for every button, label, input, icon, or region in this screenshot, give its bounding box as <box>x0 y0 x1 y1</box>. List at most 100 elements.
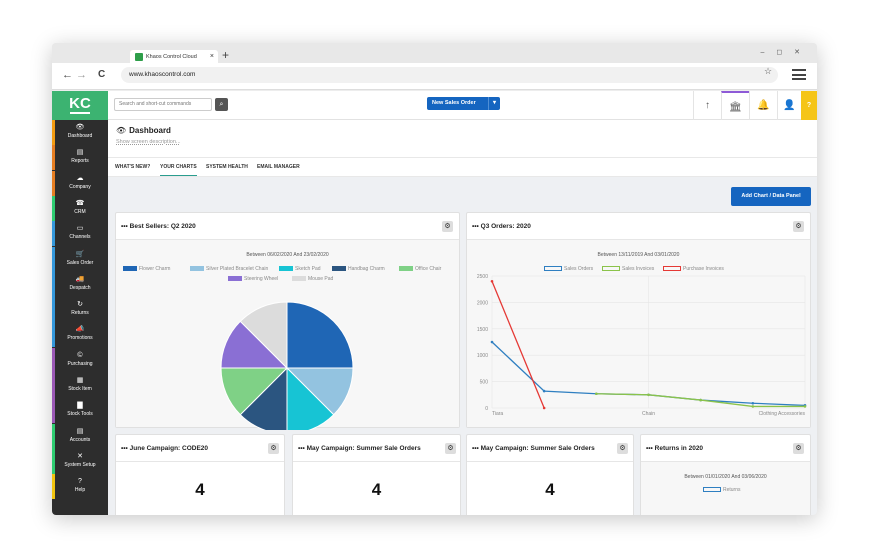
show-description-link[interactable]: Show screen description... <box>116 139 181 145</box>
data-point[interactable] <box>490 340 494 344</box>
sidebar-accent <box>52 170 55 196</box>
gear-icon[interactable]: ⚙ <box>445 443 456 454</box>
kc-logo[interactable]: KC <box>52 91 108 120</box>
chevron-down-icon[interactable]: ▾ <box>488 97 500 110</box>
sidebar-item-sales-order[interactable]: 🛒 Sales Order <box>52 246 108 272</box>
url-field[interactable]: www.khaoscontrol.com <box>121 67 778 83</box>
sidebar-item-help[interactable]: ? Help <box>52 474 108 500</box>
sidebar-accent <box>52 145 55 171</box>
sidebar-item-reports[interactable]: ▤ Reports <box>52 145 108 171</box>
y-tick-label: 1500 <box>477 327 488 333</box>
gear-icon[interactable]: ⚙ <box>442 221 453 232</box>
back-icon[interactable]: ← <box>62 69 73 81</box>
add-chart-button[interactable]: Add Chart / Data Panel <box>731 187 811 206</box>
legend-returns[interactable]: Returns <box>703 487 741 493</box>
data-point[interactable] <box>542 406 546 410</box>
sidebar-item-label: Dashboard <box>67 133 93 139</box>
new-sales-order-button[interactable]: New Sales Order ▾ <box>427 97 500 110</box>
gear-icon[interactable]: ⚙ <box>793 443 804 454</box>
sidebar-item-label: Help <box>74 487 86 494</box>
bestsellers-body: Between 06/02/2020 And 23/02/2020 Flower… <box>116 239 459 430</box>
panel-title: ••• Returns in 2020 <box>646 445 704 452</box>
sidebar-item-label: Stock Tools <box>67 411 93 418</box>
sidebar-accent <box>52 347 55 373</box>
returns-panel: ••• Returns in 2020 ⚙ Between 01/01/2020… <box>640 434 811 515</box>
eye-icon: 👁 <box>116 126 127 135</box>
sidebar-item-company[interactable]: ☁ Company <box>52 170 108 196</box>
sidebar-item-label: Despatch <box>69 284 91 291</box>
sidebar-item-label: Purchasing <box>67 360 93 367</box>
sidebar-item-promotions[interactable]: 📣 Promotions <box>52 322 108 348</box>
tab-system-health[interactable]: SYSTEM HEALTH <box>206 164 248 170</box>
sidebar-accent <box>52 474 55 500</box>
pie-slice[interactable] <box>286 301 354 369</box>
window-controls[interactable]: – ◻ ✕ <box>761 48 805 56</box>
alert-icon[interactable]: 🔔 <box>749 91 777 120</box>
y-tick-label: 2000 <box>477 300 488 306</box>
data-point[interactable] <box>490 279 494 283</box>
line-chart: 0 500 1000 1500 2000 2500 Tiara Chain Clothing A… <box>477 274 807 417</box>
help-button[interactable]: ? <box>801 91 817 120</box>
sidebar-accent <box>52 322 55 348</box>
campaign-value: 4 <box>545 480 555 499</box>
q3orders-body: Between 13/11/2019 And 03/01/2020 Sales … <box>467 239 810 427</box>
sidebar-item-accounts[interactable]: ▤ Accounts <box>52 423 108 449</box>
x-tick-label: Tiara <box>492 411 503 417</box>
sidebar-icon: ? <box>78 478 82 486</box>
sidebar-item-purchasing[interactable]: © Purchasing <box>52 347 108 373</box>
browser-menu-icon[interactable] <box>792 69 806 83</box>
new-tab-button[interactable]: + <box>222 49 229 61</box>
page-title-text: Dashboard <box>129 126 171 135</box>
sidebar-item-crm[interactable]: ☎ CRM <box>52 195 108 221</box>
sidebar-item-returns[interactable]: ↻ Returns <box>52 297 108 323</box>
sidebar-item-channels[interactable]: ▭ Channels <box>52 221 108 247</box>
sidebar-icon: ✕ <box>77 452 83 460</box>
sidebar-accent <box>52 297 55 323</box>
sidebar-icon: ▭ <box>76 225 84 233</box>
sidebar-item-stock-item[interactable]: ▦ Stock Item <box>52 373 108 398</box>
tab-your-charts[interactable]: YOUR CHARTS <box>160 164 197 176</box>
q3orders-panel: ••• Q3 Orders: 2020 ⚙ Between 13/11/2019… <box>466 212 811 428</box>
series-line[interactable] <box>491 281 545 409</box>
browser-tabbar: Khaos Control Cloud × + – ◻ ✕ <box>52 43 817 64</box>
browser-tab[interactable]: Khaos Control Cloud × <box>130 50 218 64</box>
sidebar-icon: 🛒 <box>75 250 85 258</box>
forward-icon[interactable]: → <box>76 69 87 81</box>
bank-icon[interactable]: 🏛 <box>721 91 749 120</box>
favicon-icon <box>135 53 143 61</box>
sidebar: KC 👁 Dashboard ▤ Reports ☁ Company ☎ CRM ▭ Channe… <box>52 91 108 515</box>
top-bar: Search and short-cut commands ⌕ New Sale… <box>108 91 817 120</box>
user-avatar-icon[interactable]: 👤 <box>777 91 801 120</box>
gear-icon[interactable]: ⚙ <box>617 443 628 454</box>
gear-icon[interactable]: ⚙ <box>793 221 804 232</box>
data-point[interactable] <box>751 401 755 405</box>
close-tab-icon[interactable]: × <box>210 50 214 64</box>
sidebar-item-dashboard[interactable]: 👁 Dashboard <box>52 120 108 145</box>
bookmark-star-icon[interactable]: ☆ <box>764 66 772 77</box>
notifications-up-icon[interactable]: ↑ <box>693 91 721 120</box>
tab-email-manager[interactable]: EMAIL MANAGER <box>257 164 300 170</box>
tab-whats-new[interactable]: WHAT'S NEW? <box>115 164 150 170</box>
reload-icon[interactable]: C <box>98 69 105 80</box>
sidebar-item-despatch[interactable]: 🚚 Despatch <box>52 271 108 297</box>
sidebar-accent <box>52 398 55 424</box>
sidebar-item-stock-tools[interactable]: ▇ Stock Tools <box>52 398 108 424</box>
sidebar-accent <box>52 448 55 474</box>
sidebar-item-system-setup[interactable]: ✕ System Setup <box>52 448 108 474</box>
search-input[interactable]: Search and short-cut commands <box>114 98 212 111</box>
campaign-value: 4 <box>195 480 205 499</box>
data-point[interactable] <box>542 389 546 393</box>
data-point[interactable] <box>803 405 807 408</box>
data-point[interactable] <box>751 405 755 408</box>
data-point[interactable] <box>595 392 598 396</box>
y-tick-label: 2500 <box>477 274 488 280</box>
sidebar-accent <box>52 120 55 145</box>
gear-icon[interactable]: ⚙ <box>268 443 279 454</box>
data-point[interactable] <box>699 398 702 402</box>
sidebar-item-label: Returns <box>71 310 89 317</box>
data-point[interactable] <box>647 393 650 397</box>
page-tabs: WHAT'S NEW? YOUR CHARTS SYSTEM HEALTH EM… <box>108 157 817 177</box>
search-button[interactable]: ⌕ <box>215 98 228 111</box>
page-title: 👁 Dashboard <box>116 126 171 135</box>
sidebar-icon: © <box>77 351 83 359</box>
